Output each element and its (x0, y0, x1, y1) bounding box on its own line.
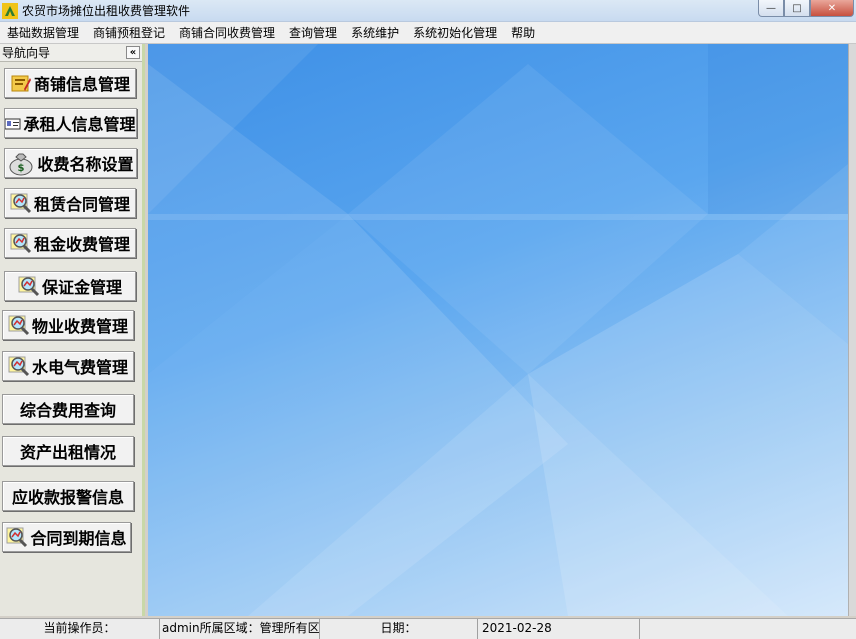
nav-button-label: 承租人信息管理 (23, 115, 136, 134)
nav-button-label: 租赁合同管理 (33, 195, 130, 214)
nav-button-shop-info[interactable]: 商铺信息管理 (4, 68, 136, 98)
nav-header: 导航向导 « (0, 44, 142, 62)
id-card-icon (5, 118, 21, 130)
maximize-button[interactable]: □ (784, 0, 810, 17)
magnifier-chart-icon (10, 233, 32, 254)
folder-edit-icon (11, 75, 31, 92)
nav-button-label: 水电气费管理 (31, 358, 128, 377)
collapse-nav-button[interactable]: « (126, 46, 140, 59)
nav-button-comprehensive-query[interactable]: 综合费用查询 (2, 394, 134, 424)
nav-button-label: 应收款报警信息 (11, 488, 124, 507)
magnifier-chart-icon (18, 276, 40, 297)
menu-contract-fee-management[interactable]: 商铺合同收费管理 (172, 22, 282, 44)
status-date-value: 2021-02-28 (478, 619, 640, 639)
menu-help[interactable]: 帮助 (504, 22, 542, 44)
nav-button-label: 资产出租情况 (19, 443, 116, 462)
menu-basic-data[interactable]: 基础数据管理 (0, 22, 86, 44)
nav-button-asset-rental[interactable]: 资产出租情况 (2, 436, 134, 466)
nav-button-fee-name-setting[interactable]: $ 收费名称设置 (4, 148, 137, 178)
status-operator-label: 当前操作员： (0, 619, 160, 639)
nav-button-rent-fee[interactable]: 租金收费管理 (4, 228, 136, 258)
minimize-icon: — (766, 2, 776, 14)
magnifier-chart-icon (8, 315, 30, 336)
nav-button-receivable-alert[interactable]: 应收款报警信息 (2, 481, 134, 511)
background-diamond-pattern (148, 44, 848, 616)
nav-button-tenant-info[interactable]: 承租人信息管理 (4, 108, 137, 138)
close-icon: ✕ (827, 2, 837, 14)
nav-header-label: 导航向导 (2, 46, 51, 60)
nav-button-label: 收费名称设置 (37, 155, 134, 174)
main-workspace (148, 44, 848, 616)
nav-button-contract-expiry[interactable]: 合同到期信息 (2, 522, 131, 552)
nav-button-lease-contract[interactable]: 租赁合同管理 (4, 188, 136, 218)
title-bar: 农贸市场摊位出租收费管理软件 — □ ✕ (0, 0, 856, 22)
magnifier-chart-icon (6, 527, 28, 548)
status-date-label: 日期： (320, 619, 478, 639)
nav-button-label: 租金收费管理 (33, 235, 130, 254)
magnifier-chart-icon (10, 193, 32, 214)
nav-button-label: 商铺信息管理 (33, 75, 130, 94)
nav-button-deposit[interactable]: 保证金管理 (4, 271, 136, 301)
nav-button-utility-fee[interactable]: 水电气费管理 (2, 351, 134, 381)
svg-text:$: $ (18, 163, 25, 174)
status-empty-cell (640, 619, 856, 639)
navigation-panel: 导航向导 « 商铺信息管理 承租人信息管理 $ 收费名称设置 租赁合同管理 租金… (0, 44, 145, 616)
nav-button-label: 物业收费管理 (31, 317, 128, 336)
money-bag-icon: $ (9, 153, 33, 176)
nav-button-label: 合同到期信息 (30, 529, 127, 548)
right-edge-strip (848, 44, 856, 616)
nav-button-label: 综合费用查询 (19, 401, 116, 420)
minimize-button[interactable]: — (758, 0, 784, 17)
nav-button-label: 保证金管理 (41, 278, 122, 297)
app-logo-icon (2, 2, 18, 19)
menu-query-management[interactable]: 查询管理 (282, 22, 344, 44)
maximize-icon: □ (792, 2, 802, 14)
magnifier-chart-icon (8, 356, 30, 377)
status-bar: 当前操作员： admin所属区域：管理所有区 日期： 2021-02-28 (0, 618, 856, 639)
nav-button-property-fee[interactable]: 物业收费管理 (2, 310, 134, 340)
menu-pre-lease-registration[interactable]: 商铺预租登记 (86, 22, 172, 44)
menu-system-initialization[interactable]: 系统初始化管理 (406, 22, 504, 44)
status-user-area: admin所属区域：管理所有区 (160, 619, 320, 639)
close-button[interactable]: ✕ (810, 0, 854, 17)
menu-bar: 基础数据管理 商铺预租登记 商铺合同收费管理 查询管理 系统维护 系统初始化管理… (0, 22, 856, 44)
menu-system-maintenance[interactable]: 系统维护 (344, 22, 406, 44)
window-title: 农贸市场摊位出租收费管理软件 (22, 4, 191, 18)
